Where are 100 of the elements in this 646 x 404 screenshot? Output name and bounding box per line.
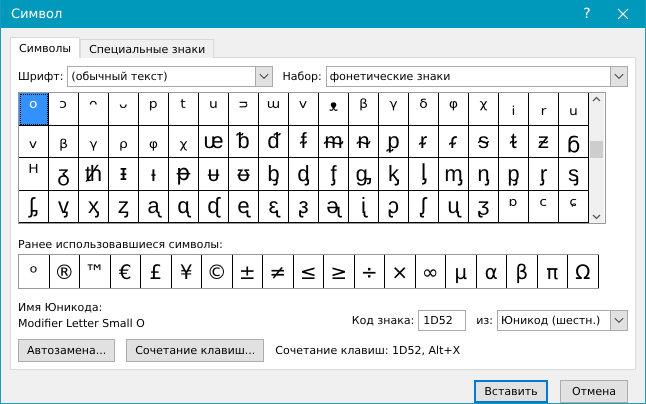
symbol-cell[interactable]: ᵪ xyxy=(169,126,199,158)
symbol-cell[interactable]: ᶇ xyxy=(469,158,499,190)
recent-symbol-cell[interactable]: € xyxy=(110,255,141,288)
subset-dropdown[interactable]: фонетические знаки xyxy=(326,66,628,87)
recent-symbol-cell[interactable]: ÷ xyxy=(354,255,385,288)
symbol-cell[interactable]: ᵿ xyxy=(229,158,259,190)
symbol-cell[interactable]: ᵺ xyxy=(79,158,109,190)
scrollbar[interactable] xyxy=(589,93,604,223)
symbol-cell[interactable]: ᶜ xyxy=(529,190,559,223)
symbol-cell[interactable]: ᵦ xyxy=(49,126,79,158)
symbol-cell[interactable]: ᵷ xyxy=(559,126,589,158)
symbol-cell[interactable]: ᵱ xyxy=(379,126,409,158)
symbol-cell[interactable]: ᵽ xyxy=(169,158,199,190)
symbol-cell[interactable]: ᵕ xyxy=(109,93,139,126)
symbol-cell[interactable]: ᶙ xyxy=(439,190,469,223)
symbol-cell[interactable]: ᶂ xyxy=(319,158,349,190)
symbol-cell[interactable]: ᵙ xyxy=(229,93,259,126)
symbol-cell[interactable]: ᶔ xyxy=(289,190,319,223)
symbol-cell[interactable]: ᵵ xyxy=(499,126,529,158)
symbol-cell[interactable]: ᶚ xyxy=(469,190,499,223)
symbol-cell[interactable]: ᶄ xyxy=(379,158,409,190)
symbol-cell[interactable]: ᵚ xyxy=(259,93,289,126)
symbol-cell[interactable]: ᶍ xyxy=(79,190,109,223)
symbol-cell[interactable]: ᵾ xyxy=(199,158,229,190)
symbol-cell[interactable]: ᶉ xyxy=(529,158,559,190)
symbol-cell[interactable]: ᵞ xyxy=(379,93,409,126)
symbol-cell[interactable]: ᶕ xyxy=(319,190,349,223)
symbol-cell[interactable]: ᵓ xyxy=(49,93,79,126)
symbol-cell[interactable]: ᵫ xyxy=(199,126,229,158)
symbol-cell[interactable]: ᵣ xyxy=(529,93,559,126)
symbol-cell[interactable]: ᶐ xyxy=(169,190,199,223)
shortcut-key-button[interactable]: Сочетание клавиш... xyxy=(126,339,264,362)
symbol-cell[interactable]: ᵳ xyxy=(439,126,469,158)
font-label: Шрифт: xyxy=(18,70,64,83)
symbol-cell[interactable]: ᶓ xyxy=(259,190,289,223)
symbol-cell[interactable]: ᵖ xyxy=(139,93,169,126)
symbol-cell[interactable]: ᶆ xyxy=(439,158,469,190)
insert-button[interactable]: Вставить xyxy=(474,380,548,403)
symbol-cell[interactable]: ᵝ xyxy=(349,93,379,126)
symbol-cell[interactable]: ᶌ xyxy=(49,190,79,223)
symbol-cell[interactable]: ᶃ xyxy=(349,158,379,190)
symbol-cell[interactable]: ᵸ xyxy=(19,158,49,190)
symbol-cell[interactable]: ᵨ xyxy=(109,126,139,158)
symbol-cell[interactable]: ᶘ xyxy=(409,190,439,223)
symbol-cell[interactable]: ᵩ xyxy=(139,126,169,158)
recent-symbol-cell[interactable]: ¥ xyxy=(172,255,202,288)
symbol-cell[interactable]: ᵠ xyxy=(439,93,469,126)
symbol-cell[interactable]: ᶋ xyxy=(19,190,49,223)
cancel-button[interactable]: Отмена xyxy=(560,380,628,403)
char-code-field[interactable]: 1D52 xyxy=(418,310,466,331)
recent-symbol-cell[interactable]: ® xyxy=(50,255,80,288)
symbol-cell[interactable]: ᶅ xyxy=(409,158,439,190)
symbol-cell[interactable]: ᵗ xyxy=(169,93,199,126)
symbol-cell[interactable]: ᵭ xyxy=(259,126,289,158)
symbol-cell[interactable]: ᶎ xyxy=(109,190,139,223)
symbol-cell[interactable]: ᵮ xyxy=(289,126,319,158)
scroll-thumb[interactable] xyxy=(590,140,603,158)
autocorrect-button[interactable]: Автозамена... xyxy=(18,339,116,362)
tab[interactable]: Символы xyxy=(10,37,80,58)
symbol-cell[interactable]: ᵘ xyxy=(199,93,229,126)
symbol-cell[interactable]: ᵥ xyxy=(19,126,49,158)
close-icon[interactable] xyxy=(617,8,629,20)
font-dropdown[interactable]: (обычный текст) xyxy=(67,66,273,87)
symbol-cell[interactable]: ᵡ xyxy=(469,93,499,126)
recent-symbol-cell[interactable]: π xyxy=(538,255,568,288)
symbol-cell[interactable]: ᶝ xyxy=(559,190,589,223)
symbol-cell[interactable]: ᵧ xyxy=(79,126,109,158)
symbol-cell[interactable]: ᶁ xyxy=(289,158,319,190)
symbol-cell[interactable]: ᶊ xyxy=(559,158,589,190)
symbol-cell[interactable]: ᶛ xyxy=(499,190,529,223)
symbol-cell[interactable]: ᶀ xyxy=(259,158,289,190)
scroll-up-icon[interactable] xyxy=(592,96,601,102)
symbol-cell[interactable]: ᵜ xyxy=(319,93,349,126)
symbol-cell[interactable]: ᵴ xyxy=(469,126,499,158)
symbol-cell[interactable]: ᵛ xyxy=(289,93,319,126)
symbol-cell[interactable]: ᵤ xyxy=(559,93,589,126)
symbol-cell[interactable]: ᵻ xyxy=(109,158,139,190)
symbol-cell[interactable]: ᵶ xyxy=(529,126,559,158)
scroll-down-icon[interactable] xyxy=(592,214,601,220)
recent-symbol-cell[interactable]: ≤ xyxy=(294,255,324,288)
symbol-cell[interactable]: ᶏ xyxy=(139,190,169,223)
symbol-cell[interactable]: ᵔ xyxy=(79,93,109,126)
recent-symbol-cell[interactable]: ∞ xyxy=(416,255,446,288)
symbol-cell[interactable]: ᶗ xyxy=(379,190,409,223)
encoding-dropdown[interactable]: Юникод (шестн.) xyxy=(497,310,628,331)
symbol-cell[interactable]: ᶈ xyxy=(499,158,529,190)
symbol-cell[interactable]: ᵬ xyxy=(229,126,259,158)
recent-symbol-cell[interactable]: α xyxy=(476,255,507,288)
symbol-cell[interactable]: ᵟ xyxy=(409,93,439,126)
symbol-cell[interactable]: ᵼ xyxy=(139,158,169,190)
symbol-cell[interactable]: ᶒ xyxy=(229,190,259,223)
tab[interactable]: Специальные знаки xyxy=(80,39,214,58)
symbol-cell[interactable]: ᶑ xyxy=(199,190,229,223)
symbol-cell[interactable]: ᵲ xyxy=(409,126,439,158)
symbol-cell[interactable]: ᵢ xyxy=(499,93,529,126)
symbol-cell[interactable]: ᶖ xyxy=(349,190,379,223)
symbol-cell[interactable]: ᵹ xyxy=(49,158,79,190)
symbol-cell[interactable]: ᵯ xyxy=(319,126,349,158)
symbol-cell[interactable]: ᵰ xyxy=(349,126,379,158)
recent-symbol-cell[interactable]: ± xyxy=(232,255,263,288)
